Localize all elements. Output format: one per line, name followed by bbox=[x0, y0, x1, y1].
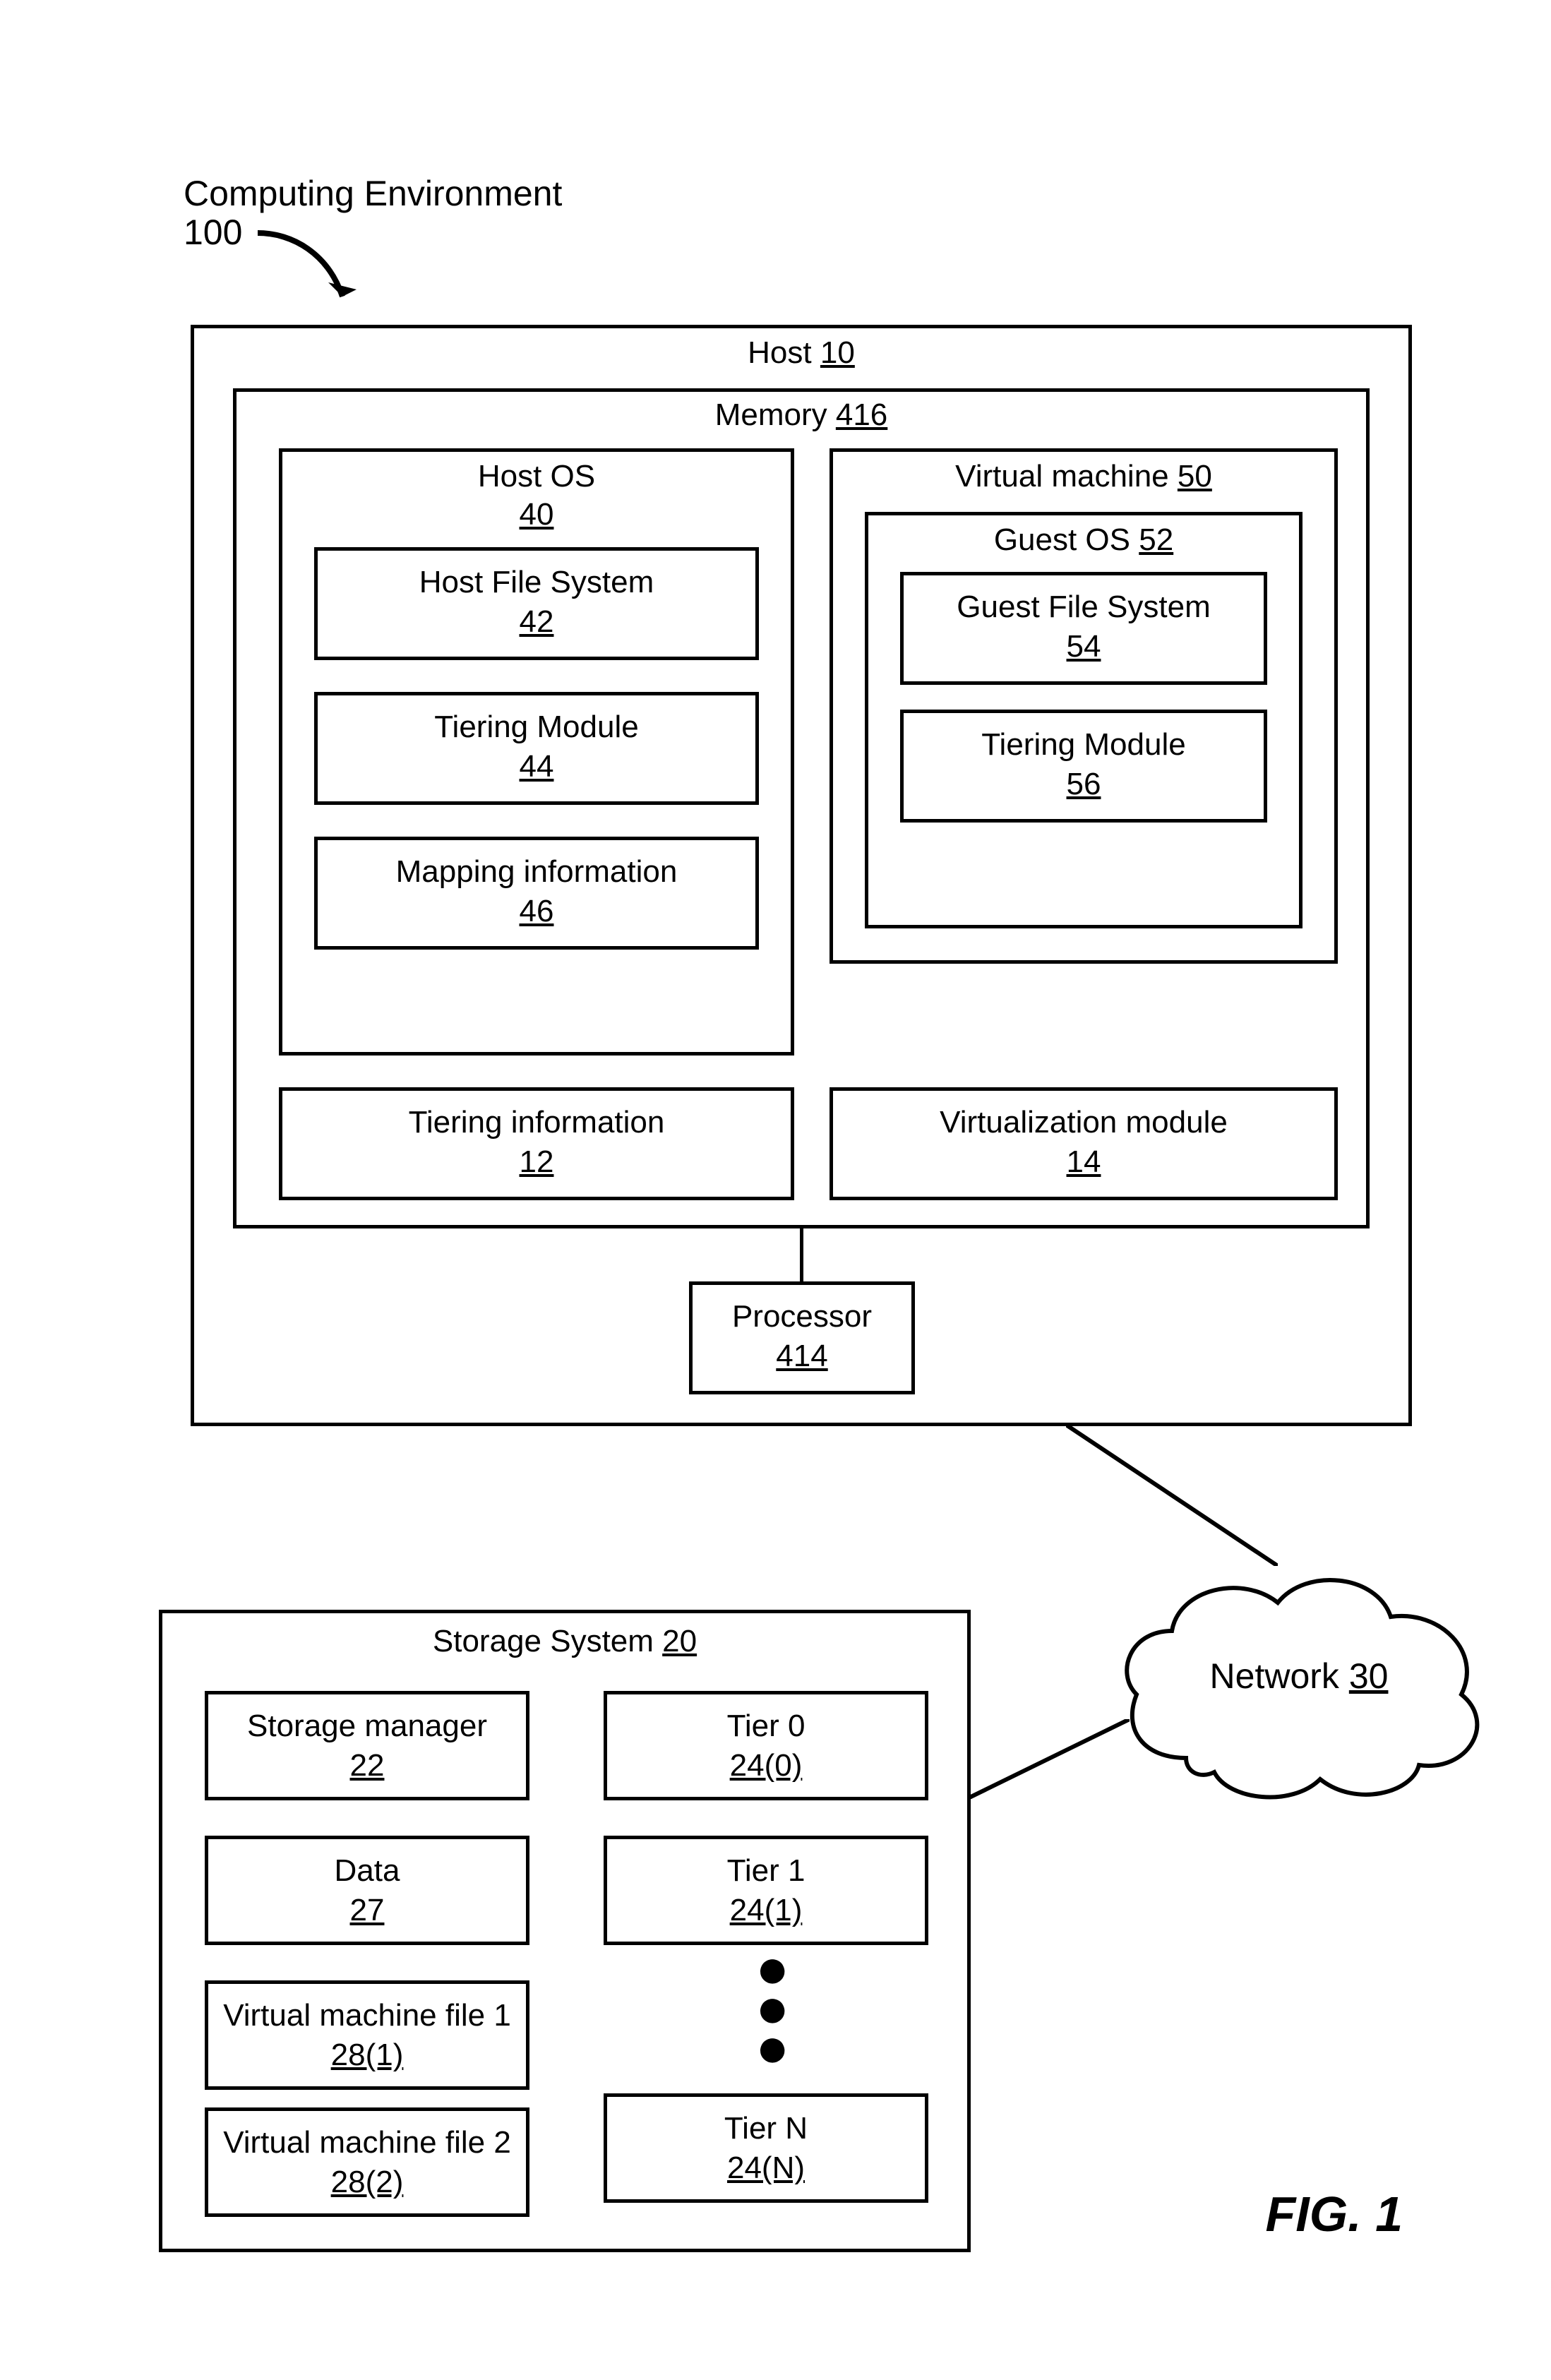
figure-label: FIG. 1 bbox=[1266, 2186, 1403, 2242]
tiering-module-host-label: Tiering Module bbox=[318, 710, 755, 745]
tier-0-label: Tier 0 bbox=[607, 1709, 925, 1744]
tiering-module-guest-box: Tiering Module 56 bbox=[900, 710, 1267, 823]
tiering-module-host-box: Tiering Module 44 bbox=[314, 692, 759, 805]
vm-file-1-label: Virtual machine file 1 bbox=[208, 1998, 526, 2033]
environment-number: 100 bbox=[184, 212, 242, 253]
environment-title: Computing Environment bbox=[184, 173, 562, 214]
host-file-system-box: Host File System 42 bbox=[314, 547, 759, 660]
guest-os-text: Guest OS bbox=[994, 522, 1130, 557]
processor-number: 414 bbox=[693, 1339, 911, 1374]
host-text: Host bbox=[748, 335, 811, 370]
tiering-information-box: Tiering information 12 bbox=[279, 1087, 794, 1200]
connector-line bbox=[964, 1719, 1130, 1800]
arrow-icon bbox=[251, 219, 371, 325]
vm-file-2-box: Virtual machine file 2 28(2) bbox=[205, 2107, 529, 2217]
storage-system-text: Storage System bbox=[433, 1624, 654, 1658]
storage-manager-label: Storage manager bbox=[208, 1709, 526, 1744]
host-number: 10 bbox=[820, 335, 855, 370]
tier-1-number: 24(1) bbox=[607, 1893, 925, 1928]
vm-file-2-label: Virtual machine file 2 bbox=[208, 2125, 526, 2160]
guest-file-system-number: 54 bbox=[904, 629, 1264, 664]
tier-n-number: 24(N) bbox=[607, 2151, 925, 2186]
tiering-module-guest-number: 56 bbox=[904, 767, 1264, 802]
guest-file-system-box: Guest File System 54 bbox=[900, 572, 1267, 685]
tiering-information-label: Tiering information bbox=[282, 1105, 791, 1140]
vm-file-1-box: Virtual machine file 1 28(1) bbox=[205, 1980, 529, 2090]
tier-1-label: Tier 1 bbox=[607, 1853, 925, 1889]
tier-n-box: Tier N 24(N) bbox=[604, 2093, 928, 2203]
mapping-information-number: 46 bbox=[318, 894, 755, 929]
storage-manager-box: Storage manager 22 bbox=[205, 1691, 529, 1800]
host-os-label: Host OS bbox=[282, 459, 791, 494]
guest-os-label: Guest OS 52 bbox=[868, 522, 1299, 558]
guest-os-number: 52 bbox=[1139, 522, 1173, 557]
tier-n-label: Tier N bbox=[607, 2111, 925, 2146]
host-file-system-label: Host File System bbox=[318, 565, 755, 600]
storage-system-number: 20 bbox=[662, 1624, 697, 1658]
tier-0-number: 24(0) bbox=[607, 1748, 925, 1783]
virtual-machine-label: Virtual machine 50 bbox=[833, 459, 1334, 494]
vm-file-2-number: 28(2) bbox=[208, 2165, 526, 2200]
storage-system-label: Storage System 20 bbox=[162, 1624, 967, 1659]
vertical-ellipsis-icon: ●●● bbox=[755, 1949, 777, 2067]
tier-0-box: Tier 0 24(0) bbox=[604, 1691, 928, 1800]
network-text: Network bbox=[1210, 1656, 1339, 1696]
virtualization-module-label: Virtualization module bbox=[833, 1105, 1334, 1140]
storage-manager-number: 22 bbox=[208, 1748, 526, 1783]
tiering-module-guest-label: Tiering Module bbox=[904, 727, 1264, 763]
virtualization-module-box: Virtualization module 14 bbox=[830, 1087, 1338, 1200]
connector-line bbox=[800, 1225, 803, 1285]
tiering-information-number: 12 bbox=[282, 1144, 791, 1180]
memory-label: Memory 416 bbox=[236, 397, 1366, 433]
memory-text: Memory bbox=[715, 397, 827, 432]
host-file-system-number: 42 bbox=[318, 604, 755, 640]
virtualization-module-number: 14 bbox=[833, 1144, 1334, 1180]
data-number: 27 bbox=[208, 1893, 526, 1928]
virtual-machine-number: 50 bbox=[1178, 459, 1212, 494]
virtual-machine-text: Virtual machine bbox=[955, 459, 1168, 494]
processor-label: Processor bbox=[693, 1299, 911, 1334]
processor-box: Processor 414 bbox=[689, 1281, 915, 1394]
guest-file-system-label: Guest File System bbox=[904, 590, 1264, 625]
data-label: Data bbox=[208, 1853, 526, 1889]
memory-number: 416 bbox=[836, 397, 887, 432]
vm-file-1-number: 28(1) bbox=[208, 2038, 526, 2073]
host-label: Host 10 bbox=[194, 335, 1408, 371]
data-box: Data 27 bbox=[205, 1836, 529, 1945]
mapping-information-label: Mapping information bbox=[318, 854, 755, 890]
host-os-number: 40 bbox=[282, 497, 791, 532]
tiering-module-host-number: 44 bbox=[318, 749, 755, 784]
network-label: Network 30 bbox=[1200, 1656, 1398, 1697]
mapping-information-box: Mapping information 46 bbox=[314, 837, 759, 950]
tier-1-box: Tier 1 24(1) bbox=[604, 1836, 928, 1945]
network-number: 30 bbox=[1349, 1656, 1389, 1696]
connector-line bbox=[1066, 1425, 1278, 1566]
